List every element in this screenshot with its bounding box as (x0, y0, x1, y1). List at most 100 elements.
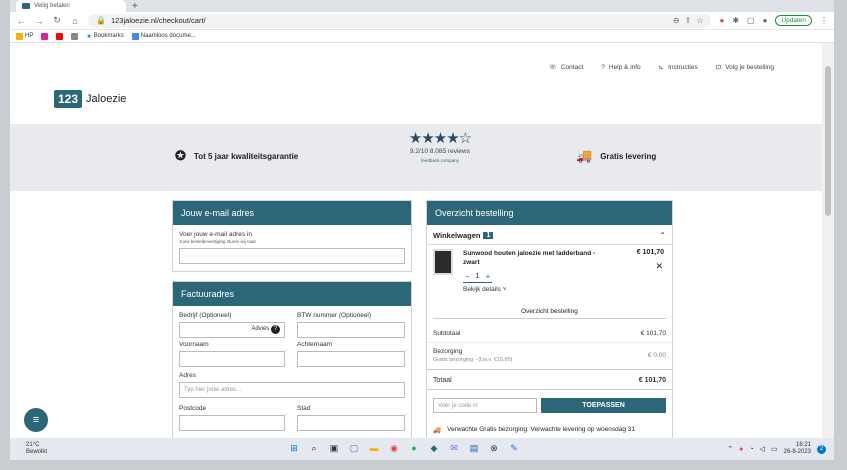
search-icon[interactable]: ⌕ (308, 442, 320, 454)
address-label: Adres (179, 372, 196, 379)
postcode-input[interactable] (179, 415, 285, 431)
company-label: Bedrijf (Optioneel) (179, 312, 232, 319)
back-icon[interactable]: ← (16, 16, 26, 26)
nav-label: Volg je bestelling (725, 63, 774, 71)
spotify-icon[interactable]: ● (408, 442, 420, 454)
apply-code-button[interactable]: TOEPASSEN (541, 398, 666, 413)
new-tab-icon[interactable]: + (132, 1, 138, 12)
home-icon[interactable]: ⌂ (70, 16, 80, 26)
chrome-icon[interactable]: ◉ (388, 442, 400, 454)
chevron-up-icon[interactable]: ⌃ (659, 231, 666, 240)
forward-icon[interactable]: → (34, 16, 44, 26)
messenger-icon[interactable]: ✉ (448, 442, 460, 454)
start-icon[interactable]: ⊞ (288, 442, 300, 454)
help-icon[interactable]: ? (271, 325, 280, 334)
scrollbar-thumb[interactable] (825, 66, 831, 216)
clock[interactable]: 16:21 26-8-2023 (784, 442, 811, 456)
bookmark-bookmarks[interactable]: ★ Bookmarks (86, 33, 123, 40)
usp-shipping-text: Gratis levering (600, 151, 657, 161)
browser-tab[interactable]: Veilig betalen (16, 0, 126, 12)
weather-widget[interactable]: 21°C Bewolkt (26, 442, 47, 456)
system-tray: ⌃ ● ◔ ◁ ▭ 16:21 26-8-2023 2 (727, 442, 826, 456)
address-bar[interactable]: 🔒 123jaloezie.nl/checkout/cart/ ⊖ ⇪ ☆ (88, 13, 712, 28)
tab-title: Veilig betalen (34, 3, 70, 9)
teams-icon[interactable]: ▢ (348, 442, 360, 454)
cart-label: Winkelwagen (433, 231, 481, 240)
page-scrollbar[interactable] (822, 43, 834, 438)
nav-label: Contact (560, 63, 584, 71)
bookmark-youtube-icon[interactable] (56, 32, 64, 40)
nav-track-order[interactable]: ⊡ Volg je bestelling (716, 63, 774, 72)
bookmark-label: Bookmarks (93, 33, 124, 39)
extensions-puzzle-icon[interactable]: ✱ (732, 16, 739, 25)
docs-icon (131, 32, 139, 40)
outlook-icon[interactable]: ▤ (468, 442, 480, 454)
lastname-input[interactable] (297, 351, 405, 367)
vat-input[interactable] (297, 322, 405, 338)
chevron-up-icon[interactable]: ⌃ (727, 445, 733, 453)
lock-icon: 🔒 (96, 16, 106, 25)
truck-icon: 🚚 (576, 148, 593, 163)
bookmarks-bar: HP ★ Bookmarks Naamloos docume... (10, 30, 834, 43)
file-explorer-icon[interactable]: ▬ (368, 442, 380, 454)
xbox-icon[interactable]: ⊗ (488, 442, 500, 454)
minus-icon[interactable]: − (465, 272, 470, 281)
city-input[interactable] (297, 415, 405, 431)
antivirus-icon[interactable]: ● (739, 446, 743, 453)
tab-bar: Veilig betalen + (10, 0, 834, 12)
zoom-icon[interactable]: ⊖ (673, 16, 680, 25)
task-view-icon[interactable]: ▣ (328, 442, 340, 454)
delivery-note: 🚚 Verwachte Gratis bezorging: Verwachte … (427, 413, 672, 434)
delivery-text: Verwachte Gratis bezorging: Verwachte le… (447, 426, 635, 433)
email-input[interactable] (179, 248, 405, 264)
nav-help[interactable]: ? Help & info (601, 63, 640, 71)
email-hint: Jouw bestelbevestiging sturen wij naar (179, 239, 257, 244)
bookmark-doc[interactable]: Naamloos docume... (131, 32, 196, 40)
address-panel-title: Factuuradres (173, 282, 411, 306)
firstname-input[interactable] (179, 351, 285, 367)
bookmark-gallery-icon[interactable] (71, 32, 79, 40)
plus-icon[interactable]: + (486, 272, 491, 281)
email-panel-title: Jouw e-mail adres (173, 201, 411, 225)
notification-badge[interactable]: 2 (817, 444, 826, 454)
remove-icon[interactable]: ✕ (655, 261, 663, 272)
paint-icon[interactable]: ✎ (508, 442, 520, 454)
summary-header: Overzicht bestelling (433, 305, 666, 319)
cart-item: Sunwood houten jaloezie met ladderband -… (427, 245, 672, 305)
email-panel: Jouw e-mail adres Voer jouw e-mail adres… (172, 200, 412, 272)
profile-avatar-icon[interactable]: ● (763, 16, 768, 25)
bookmark-hp[interactable]: HP (16, 32, 33, 40)
shipping-row: Bezorging Gratis bezorging - (t.w.v. €15… (427, 342, 672, 363)
rating-stars: ★★★★☆ (408, 130, 472, 147)
chat-button[interactable]: ≡ (24, 408, 48, 432)
view-details-link[interactable]: Bekijk details ˅ (463, 286, 507, 293)
cart-header[interactable]: Winkelwagen 1 ⌃ (427, 225, 672, 245)
update-button[interactable]: Updaten (775, 15, 812, 26)
address-input[interactable]: Typ hier jouw adres... (179, 382, 405, 398)
battery-icon[interactable]: ▭ (771, 445, 778, 453)
site-logo[interactable]: 123 Jaloezie (54, 90, 126, 108)
wifi-icon[interactable]: ◔ (749, 446, 753, 453)
nav-instructions[interactable]: ⊾ Instructies (659, 63, 698, 72)
award-icon: ✪ (175, 148, 186, 163)
usp-warranty: ✪ Tot 5 jaar kwaliteitsgarantie (175, 148, 298, 164)
nav-contact[interactable]: ☏ Contact (548, 63, 584, 72)
share-icon[interactable]: ⇪ (685, 16, 692, 25)
bookmark-star-icon[interactable]: ☆ (696, 16, 703, 25)
product-name[interactable]: Sunwood houten jaloezie met ladderband -… (463, 249, 603, 267)
side-panel-icon[interactable]: ▢ (747, 16, 755, 25)
site-favicon (22, 3, 30, 9)
company-input[interactable]: Advies ? (179, 322, 285, 338)
usp-shipping: 🚚 Gratis levering (576, 148, 656, 164)
bookmark-instagram-icon[interactable] (41, 32, 49, 40)
menu-icon[interactable]: ⋮ (820, 16, 828, 25)
product-image[interactable] (433, 249, 453, 275)
volume-icon[interactable]: ◁ (760, 445, 765, 453)
quantity-stepper[interactable]: − 1 + (463, 271, 493, 283)
reload-icon[interactable]: ↻ (52, 15, 62, 26)
discount-code-input[interactable]: Voer je code in (433, 398, 537, 413)
rating-block[interactable]: ★★★★☆ 9.2/10 8.085 reviews feedback comp… (390, 129, 490, 163)
extension-shield-icon[interactable]: ● (719, 16, 724, 25)
app-icon[interactable]: ◆ (428, 442, 440, 454)
headset-icon: ☏ (548, 64, 557, 71)
